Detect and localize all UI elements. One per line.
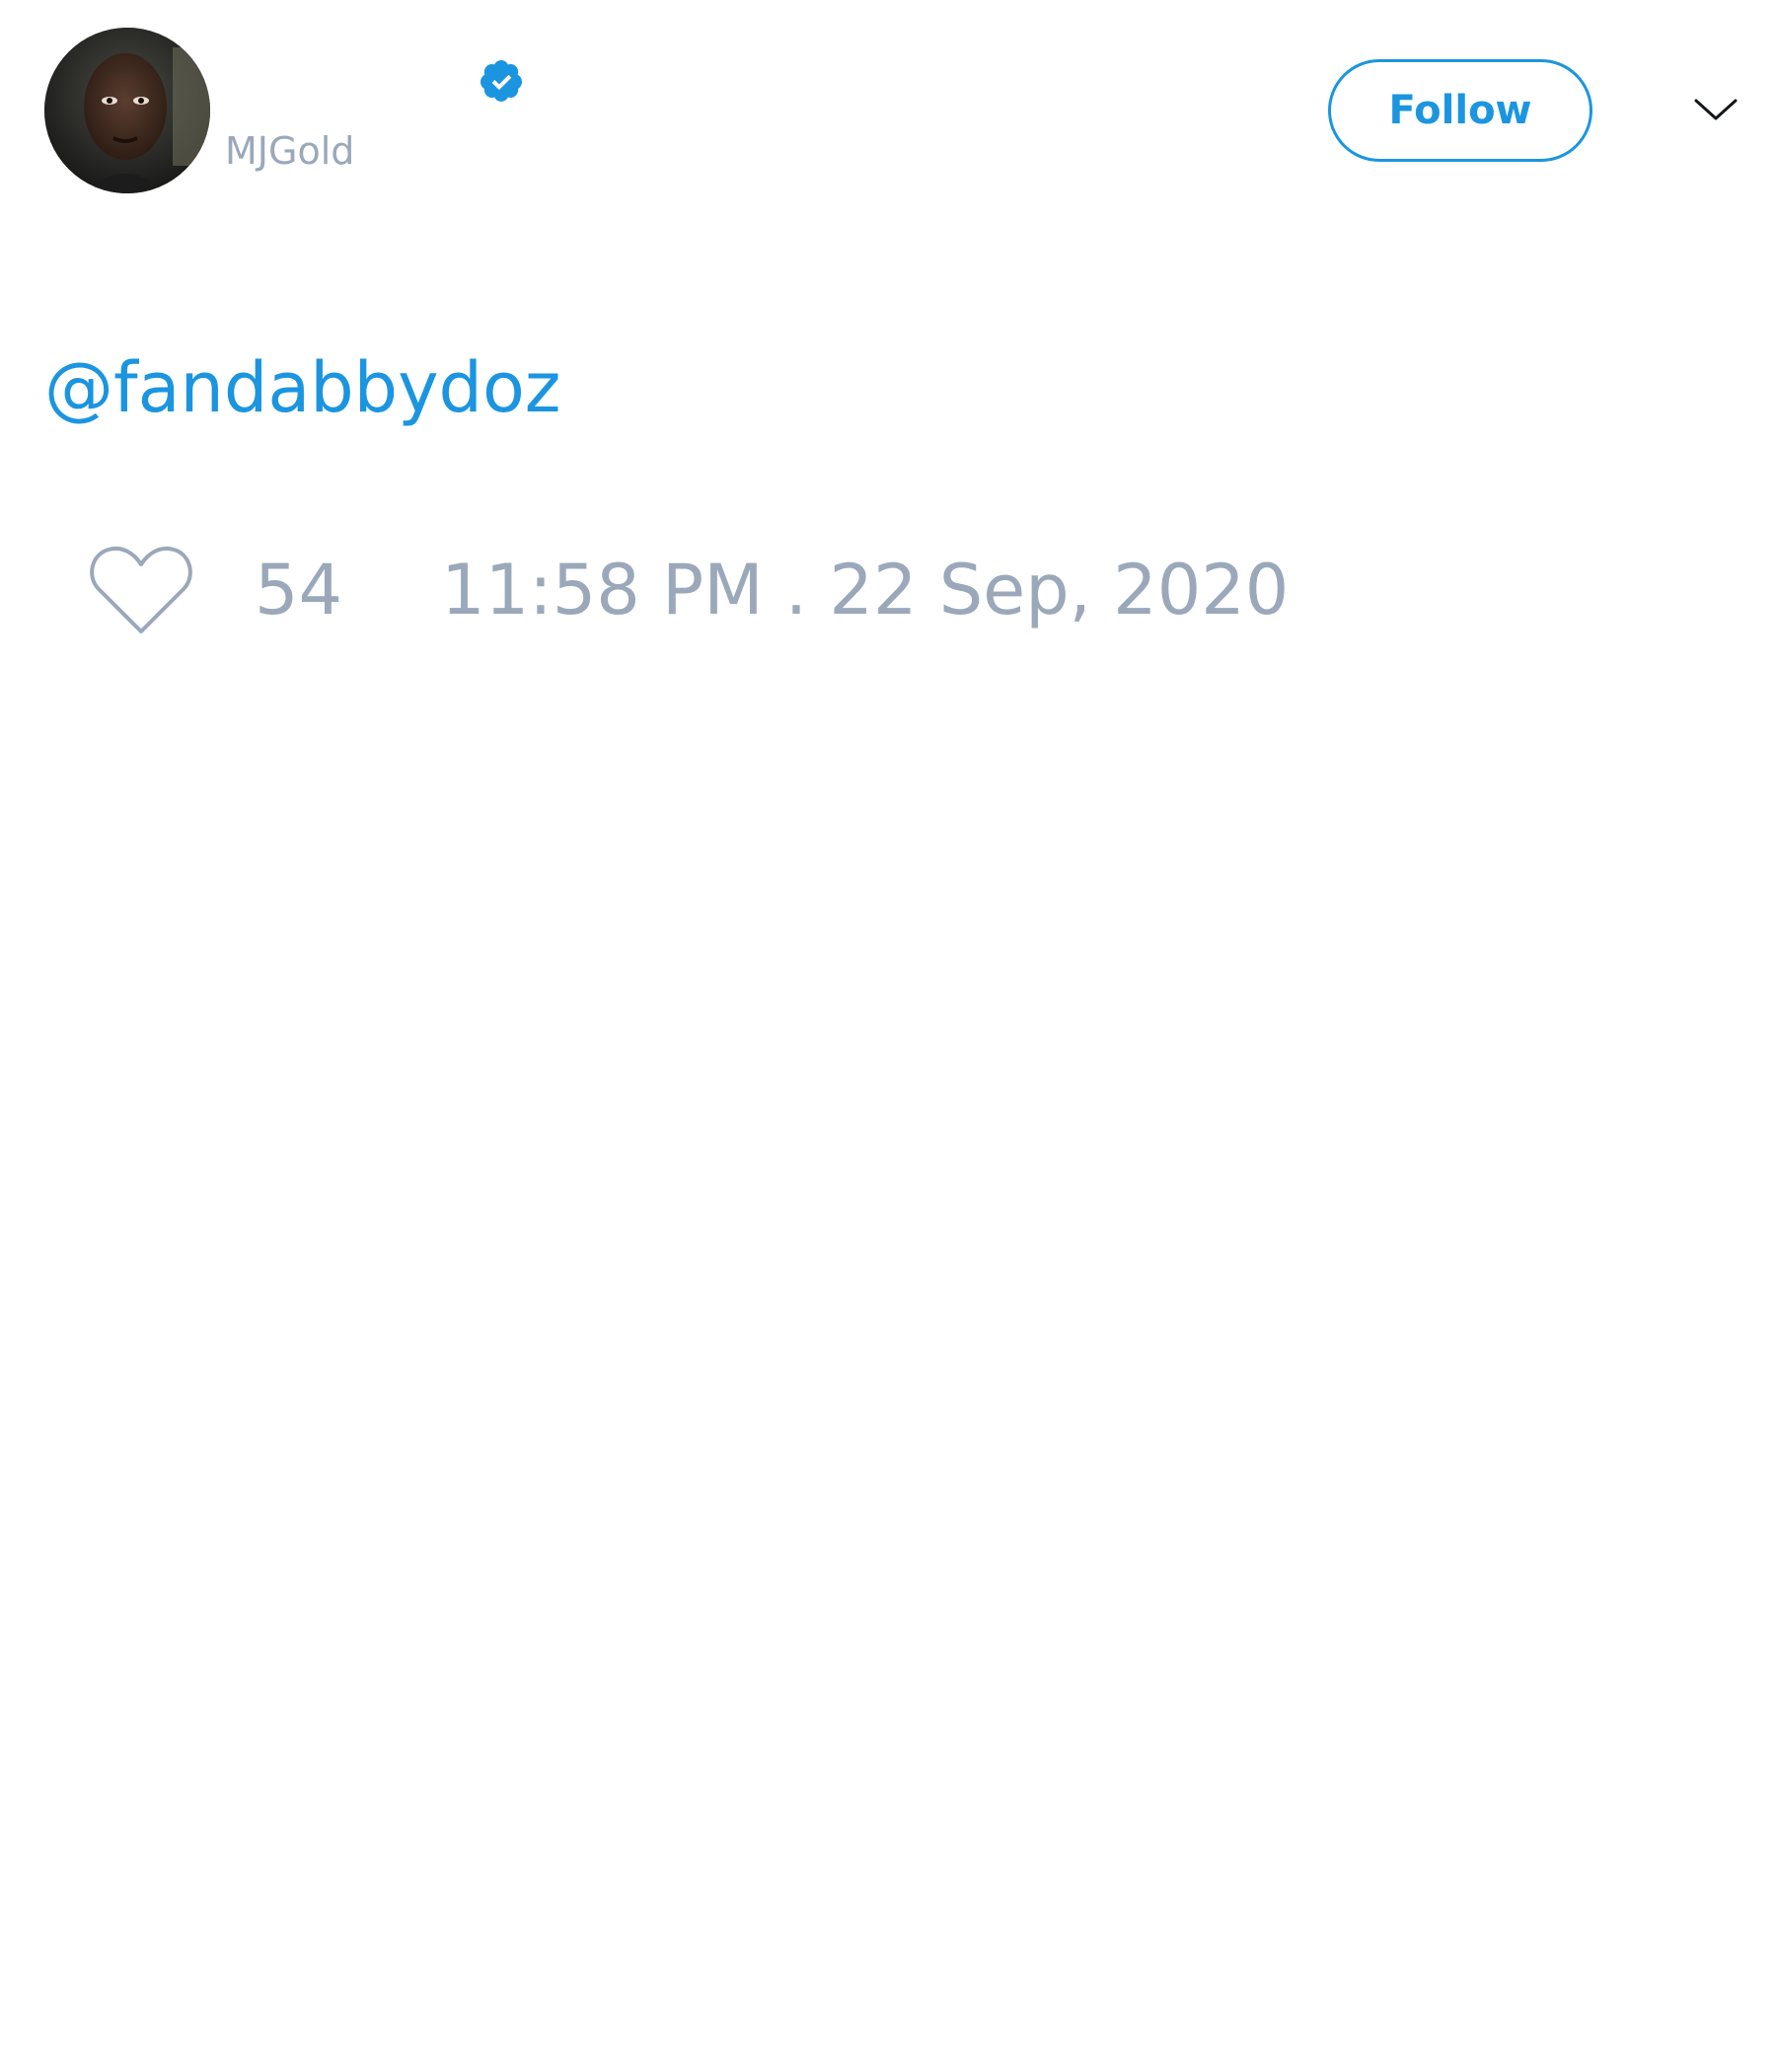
tweet-card: MJGold Follow @fandabbydoz 54 11:58 PM .… bbox=[0, 0, 1776, 2072]
heart-icon[interactable] bbox=[89, 543, 193, 637]
avatar[interactable] bbox=[44, 28, 210, 193]
chevron-down-icon[interactable] bbox=[1691, 91, 1740, 130]
like-count: 54 bbox=[255, 550, 343, 630]
tweet-actions: 54 11:58 PM . 22 Sep, 2020 bbox=[89, 541, 1289, 639]
verified-badge-icon bbox=[480, 60, 522, 102]
follow-button[interactable]: Follow bbox=[1328, 59, 1592, 162]
avatar-photo bbox=[44, 28, 210, 193]
tweet-timestamp[interactable]: 11:58 PM . 22 Sep, 2020 bbox=[441, 546, 1289, 634]
tweet-mention-link[interactable]: @fandabbydoz bbox=[44, 343, 561, 432]
author-handle[interactable]: MJGold bbox=[225, 126, 354, 176]
